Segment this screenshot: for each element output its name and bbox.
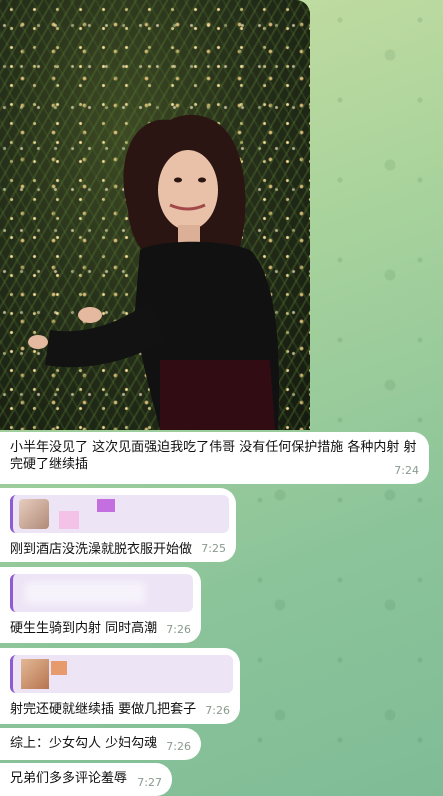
reply-preview[interactable] bbox=[10, 655, 233, 693]
censor-block bbox=[59, 511, 79, 529]
reply-preview[interactable] bbox=[10, 495, 229, 533]
photo-message[interactable] bbox=[0, 0, 310, 430]
censor-block bbox=[51, 661, 67, 675]
message-time: 7:24 bbox=[394, 464, 419, 477]
message-bubble[interactable]: 综上：少女勾人 少妇勾魂 7:26 bbox=[0, 728, 201, 760]
blurred-preview bbox=[25, 582, 145, 604]
message-text: 刚到酒店没洗澡就脱衣服开始做 bbox=[10, 542, 193, 557]
message-bubble[interactable]: 小半年没见了 这次见面强迫我吃了伟哥 没有任何保护措施 各种内射 射完硬了继续插… bbox=[0, 432, 429, 484]
person-photo bbox=[28, 114, 280, 430]
message-time: 7:27 bbox=[137, 776, 162, 789]
message-time: 7:26 bbox=[205, 704, 230, 717]
message-bubble[interactable]: 硬生生骑到内射 同时高潮 7:26 bbox=[0, 567, 201, 643]
reply-preview[interactable] bbox=[10, 574, 193, 612]
message-bubble[interactable]: 兄弟们多多评论羞辱 7:27 bbox=[0, 763, 172, 796]
message-text: 综上：少女勾人 少妇勾魂 bbox=[10, 736, 158, 751]
message-time: 7:25 bbox=[201, 542, 226, 555]
message-bubble[interactable]: 刚到酒店没洗澡就脱衣服开始做 7:25 bbox=[0, 488, 236, 562]
censor-block bbox=[97, 499, 115, 512]
message-text: 射完还硬就继续插 要做几把套子 bbox=[10, 702, 197, 717]
message-text: 小半年没见了 这次见面强迫我吃了伟哥 没有任何保护措施 各种内射 射完硬了继续插 bbox=[10, 440, 417, 472]
message-text: 硬生生骑到内射 同时高潮 bbox=[10, 621, 158, 636]
reply-thumbnail bbox=[21, 659, 49, 689]
message-time: 7:26 bbox=[166, 623, 191, 636]
reply-thumbnail bbox=[19, 499, 49, 529]
message-time: 7:26 bbox=[166, 740, 191, 753]
message-bubble[interactable]: 射完还硬就继续插 要做几把套子 7:26 bbox=[0, 648, 240, 724]
